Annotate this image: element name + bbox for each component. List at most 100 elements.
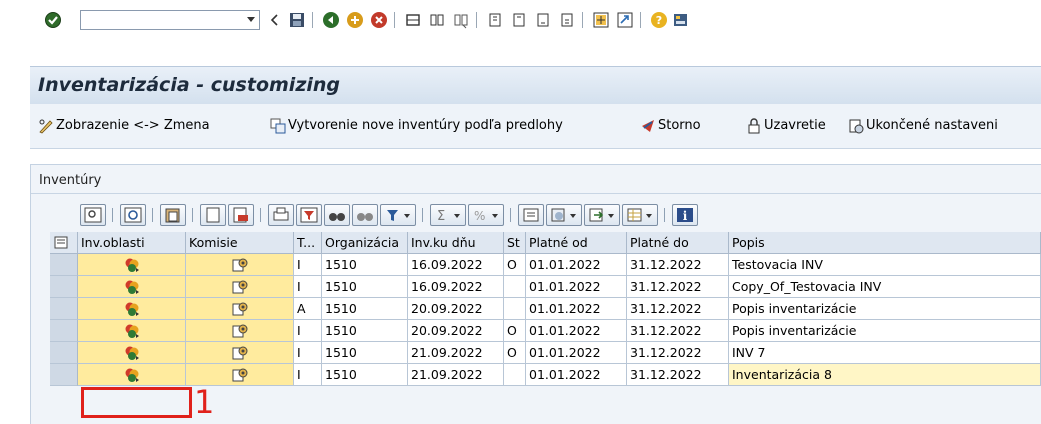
new-row-button[interactable] <box>200 204 226 226</box>
paste-button[interactable] <box>160 204 186 226</box>
row-selector[interactable] <box>50 254 78 276</box>
create-from-template-label: Vytvorenie nove inventúry podľa predlohy <box>288 118 563 133</box>
new-session-icon[interactable] <box>592 11 610 29</box>
commission-icon <box>232 346 247 360</box>
inv-area-button[interactable] <box>78 342 186 364</box>
collapse-icon[interactable] <box>266 11 284 29</box>
help-icon[interactable]: ? <box>650 11 668 29</box>
table-row[interactable]: I 1510 16.09.2022 O 01.01.2022 31.12.2022 Test… <box>50 254 1041 276</box>
toolbar-separator <box>422 208 423 222</box>
set-filter-button[interactable] <box>380 204 416 226</box>
inv-area-button[interactable] <box>78 254 186 276</box>
enter-icon[interactable] <box>44 11 62 29</box>
refresh-icon <box>124 207 142 223</box>
valid-from-cell: 01.01.2022 <box>526 342 627 364</box>
binoculars-icon <box>329 213 345 221</box>
inv-area-button[interactable] <box>78 320 186 342</box>
print-grid-button[interactable] <box>268 204 294 226</box>
delete-row-button[interactable] <box>228 204 254 226</box>
row-selector[interactable] <box>50 298 78 320</box>
inv-date-cell: 16.09.2022 <box>408 276 504 298</box>
column-header-platne-do[interactable]: Platné do <box>627 232 729 254</box>
cancel-icon[interactable] <box>370 11 388 29</box>
status-cell: O <box>504 342 526 364</box>
shortcut-icon[interactable] <box>616 11 634 29</box>
column-header-status[interactable]: St <box>504 232 526 254</box>
popis-cell: Copy_Of_Testovacia INV <box>729 276 1041 298</box>
column-header-popis[interactable]: Popis <box>729 232 1041 254</box>
print-preview-button[interactable] <box>518 204 544 226</box>
row-selector[interactable] <box>50 364 78 386</box>
valid-to-cell: 31.12.2022 <box>627 364 729 386</box>
chevron-down-icon[interactable] <box>247 17 255 22</box>
exit-icon[interactable] <box>346 11 364 29</box>
table-row[interactable]: I 1510 20.09.2022 O 01.01.2022 31.12.2022 Popi… <box>50 320 1041 342</box>
views-button[interactable] <box>546 204 582 226</box>
toolbar-separator <box>312 12 313 28</box>
find-next-grid-button[interactable] <box>352 204 378 226</box>
popis-cell: Popis inventarizácie <box>729 298 1041 320</box>
commission-button[interactable] <box>186 320 294 342</box>
organizacia-cell: 1510 <box>322 254 408 276</box>
row-selector[interactable] <box>50 342 78 364</box>
popis-cell: Inventarizácia 8 <box>729 364 1041 386</box>
print-icon <box>273 207 289 221</box>
settings-document-icon <box>849 119 864 134</box>
sum-button[interactable]: Σ <box>430 204 466 226</box>
command-field[interactable] <box>80 10 260 30</box>
column-header-organizacia[interactable]: Organizácia <box>322 232 408 254</box>
clipboard-icon <box>165 208 180 223</box>
table-row[interactable]: I 1510 16.09.2022 01.01.2022 31.12.2022 Copy_… <box>50 276 1041 298</box>
subtotal-button[interactable]: % <box>468 204 504 226</box>
delete-row-icon <box>233 207 248 223</box>
column-header-komisie[interactable]: Komisie <box>186 232 294 254</box>
back-icon[interactable] <box>322 11 340 29</box>
commission-button[interactable] <box>186 254 294 276</box>
find-grid-button[interactable] <box>324 204 350 226</box>
print-icon[interactable] <box>404 11 422 29</box>
organizacia-cell: 1510 <box>322 364 408 386</box>
commission-button[interactable] <box>186 276 294 298</box>
export-button[interactable] <box>584 204 620 226</box>
valid-to-cell: 31.12.2022 <box>627 320 729 342</box>
type-cell: I <box>294 342 322 364</box>
toolbar-separator <box>476 12 477 28</box>
last-page-icon[interactable] <box>558 11 576 29</box>
find-next-icon[interactable] <box>452 11 470 29</box>
layout-icon[interactable] <box>672 11 690 29</box>
column-header-inv-oblasti[interactable]: Inv.oblasti <box>78 232 186 254</box>
valid-to-cell: 31.12.2022 <box>627 254 729 276</box>
command-input[interactable] <box>84 12 238 30</box>
valid-from-cell: 01.01.2022 <box>526 276 627 298</box>
inv-area-button[interactable] <box>78 298 186 320</box>
select-all-header[interactable] <box>50 232 78 254</box>
system-toolbar: ? <box>0 0 1041 40</box>
valid-to-cell: 31.12.2022 <box>627 298 729 320</box>
commission-button[interactable] <box>186 298 294 320</box>
commission-button[interactable] <box>186 342 294 364</box>
column-header-platne-od[interactable]: Platné od <box>526 232 627 254</box>
row-selector[interactable] <box>50 320 78 342</box>
info-button[interactable]: i <box>672 204 698 226</box>
inv-area-button[interactable] <box>78 276 186 298</box>
status-cell: O <box>504 320 526 342</box>
prev-page-icon[interactable] <box>510 11 528 29</box>
column-header-inv-ku-dnu[interactable]: Inv.ku dňu <box>408 232 504 254</box>
first-page-icon[interactable] <box>486 11 504 29</box>
inv-area-button[interactable] <box>78 364 186 386</box>
details-button[interactable] <box>80 204 106 226</box>
layout-button[interactable] <box>622 204 658 226</box>
column-header-type[interactable]: T... <box>294 232 322 254</box>
next-page-icon[interactable] <box>534 11 552 29</box>
row-selector[interactable] <box>50 276 78 298</box>
filter-button[interactable] <box>296 204 322 226</box>
table-row[interactable]: I 1510 21.09.2022 O 01.01.2022 31.12.2022 INV … <box>50 342 1041 364</box>
views-icon <box>551 208 576 222</box>
pencil-glasses-icon <box>39 119 53 134</box>
refresh-button[interactable] <box>120 204 146 226</box>
table-row[interactable]: A 1510 20.09.2022 01.01.2022 31.12.2022 Popis… <box>50 298 1041 320</box>
lock-icon <box>748 118 760 134</box>
inventory-area-icon <box>125 302 139 316</box>
save-icon[interactable] <box>288 11 306 29</box>
find-icon[interactable] <box>428 11 446 29</box>
